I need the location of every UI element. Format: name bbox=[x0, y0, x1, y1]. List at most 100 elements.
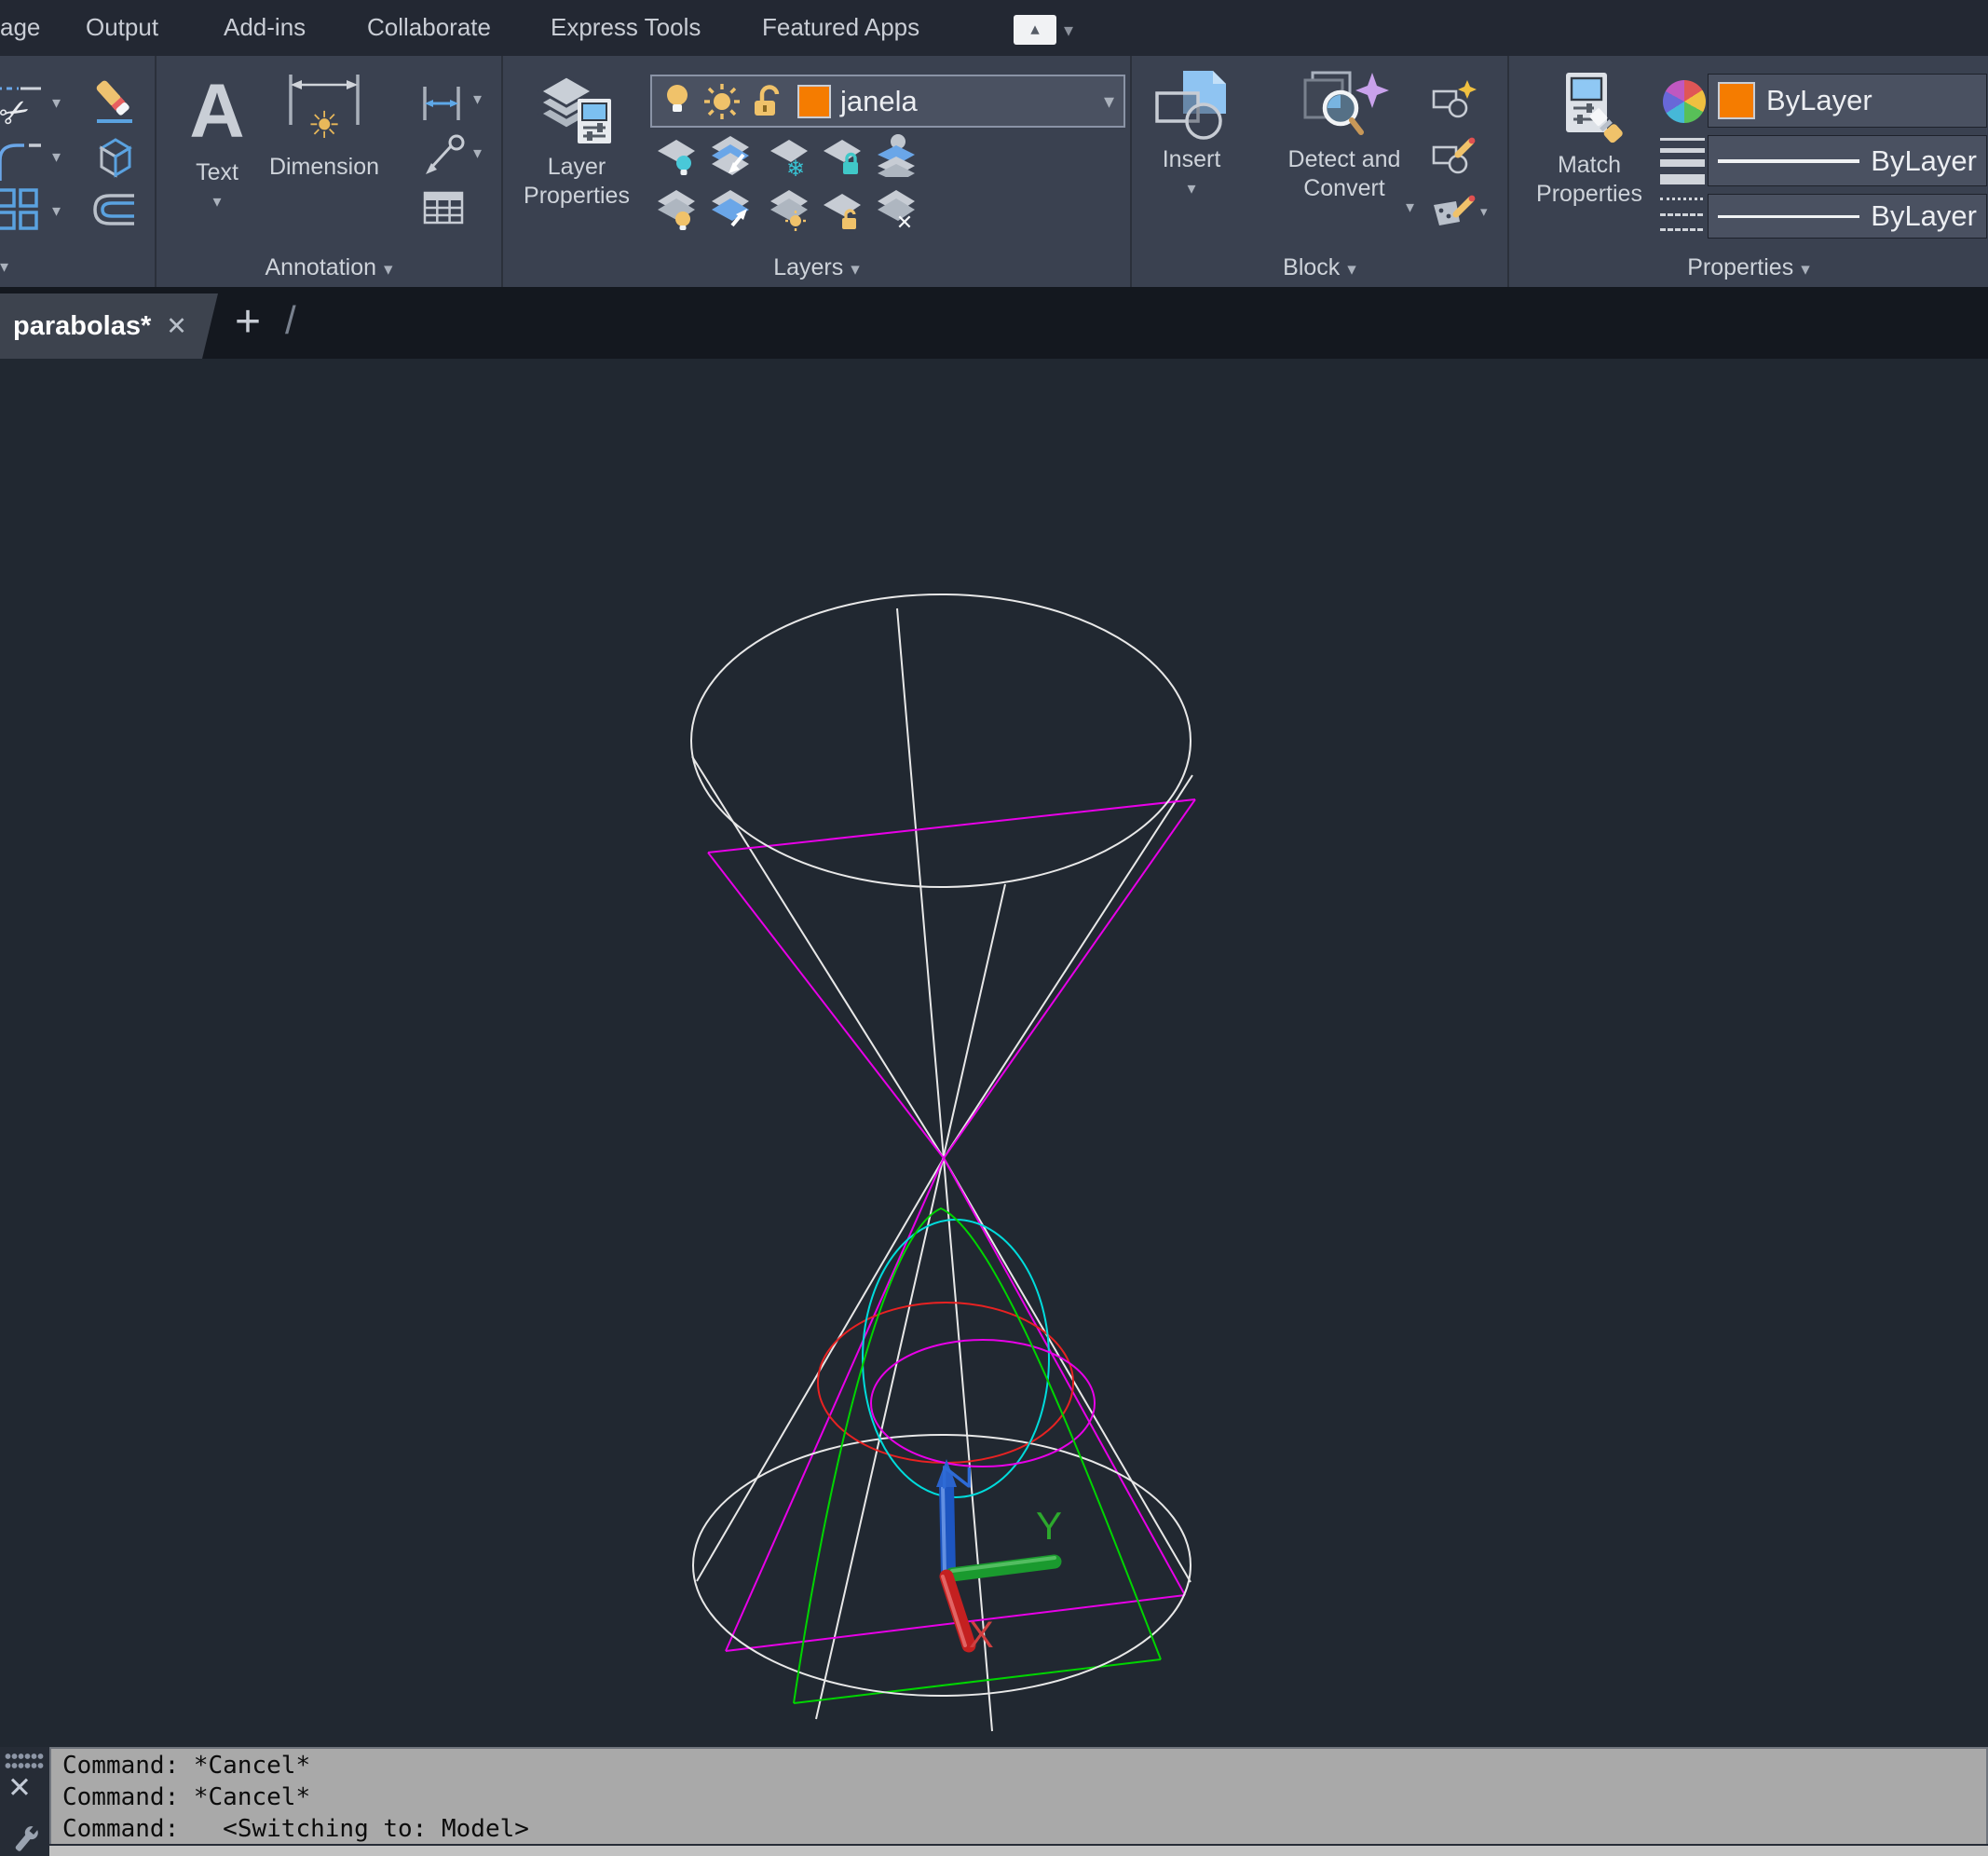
ucs-z-axis-highlight[interactable] bbox=[941, 1483, 946, 1576]
detect-convert-label: Detect and Convert bbox=[1287, 146, 1401, 201]
block-attr-dropdown-icon[interactable]: ▾ bbox=[1480, 203, 1488, 220]
layers-panel-label-text: Layers bbox=[773, 254, 844, 280]
file-tab-parabolas[interactable]: parabolas* ✕ bbox=[0, 293, 218, 359]
match-properties-button[interactable]: Match Properties bbox=[1530, 69, 1649, 209]
command-history[interactable]: Command: *Cancel* Command: *Cancel* Comm… bbox=[49, 1747, 1988, 1844]
top-cone-circle[interactable] bbox=[690, 594, 1191, 888]
magenta-top-right-edge[interactable] bbox=[943, 798, 1196, 1159]
magenta-section-ellipse[interactable] bbox=[870, 1339, 1096, 1467]
red-section-circle[interactable] bbox=[817, 1302, 1074, 1464]
command-input-line[interactable] bbox=[49, 1846, 1988, 1856]
dim-dropdown-icon[interactable]: ▾ bbox=[473, 89, 482, 109]
linetype-icon[interactable] bbox=[1660, 198, 1703, 231]
ribbon-tab-bar: age Output Add-ins Collaborate Express T… bbox=[0, 0, 1988, 56]
detect-convert-button[interactable]: Detect and Convert bbox=[1279, 67, 1409, 203]
ucs-x-label[interactable]: X bbox=[969, 1615, 994, 1656]
insert-button[interactable]: Insert ▾ bbox=[1145, 67, 1238, 203]
layer-off-icon[interactable] bbox=[654, 132, 699, 177]
explode-icon[interactable] bbox=[89, 132, 140, 183]
top-cone-left-edge[interactable] bbox=[691, 756, 945, 1159]
object-color-dropdown[interactable]: ByLayer bbox=[1708, 74, 1987, 128]
layer-thaw-sun-icon bbox=[704, 83, 740, 119]
color-wheel-icon[interactable] bbox=[1663, 80, 1706, 123]
block-panel-label[interactable]: Block ▾ bbox=[1132, 254, 1507, 281]
fillet-icon[interactable] bbox=[0, 134, 43, 183]
leader-dropdown-icon[interactable]: ▾ bbox=[473, 143, 482, 163]
linetype-value: ByLayer bbox=[1871, 199, 1977, 232]
magenta-top-chord[interactable] bbox=[707, 798, 1196, 853]
ucs-z-axis[interactable] bbox=[939, 1478, 956, 1582]
offset-icon[interactable] bbox=[89, 188, 138, 231]
dimension-button[interactable]: ☀ Dimension bbox=[266, 71, 382, 182]
layer-unlock-tool-icon[interactable] bbox=[820, 186, 865, 231]
trim-icon[interactable]: ✂ bbox=[0, 80, 43, 129]
ucs-y-label[interactable]: Y bbox=[1036, 1504, 1062, 1548]
table-icon[interactable] bbox=[422, 186, 465, 229]
model-canvas-svg[interactable]: Z Y X bbox=[0, 359, 1988, 1747]
top-cone-right-edge[interactable] bbox=[943, 774, 1193, 1159]
menu-tab-collaborate[interactable]: Collaborate bbox=[367, 13, 491, 42]
ucs-z-label[interactable]: Z bbox=[933, 1465, 979, 1490]
edit-block-icon[interactable] bbox=[1432, 136, 1477, 177]
annotation-panel-label[interactable]: Annotation ▾ bbox=[157, 254, 501, 281]
magenta-top-left-edge[interactable] bbox=[707, 852, 945, 1159]
command-settings-wrench-icon[interactable] bbox=[11, 1823, 41, 1855]
current-layer-name: janela bbox=[840, 84, 918, 117]
layer-thaw-icon[interactable] bbox=[767, 186, 811, 231]
leader-icon[interactable] bbox=[422, 134, 465, 177]
linetype-dropdown[interactable]: ByLayer bbox=[1708, 194, 1987, 239]
new-tab-button[interactable]: + bbox=[235, 296, 261, 348]
detect-dropdown-icon[interactable]: ▾ bbox=[1406, 198, 1414, 217]
text-button[interactable]: A Text ▾ bbox=[175, 65, 259, 216]
ribbon-collapse-menu-icon[interactable]: ▾ bbox=[1064, 19, 1073, 42]
command-window-grip[interactable] bbox=[5, 1752, 44, 1769]
layer-match-icon[interactable] bbox=[708, 186, 753, 231]
fillet-dropdown-icon[interactable]: ▾ bbox=[52, 147, 61, 167]
array-dropdown-icon[interactable]: ▾ bbox=[52, 201, 61, 221]
text-button-label: Text bbox=[196, 159, 238, 185]
dim-linear-icon[interactable] bbox=[420, 82, 463, 125]
insert-button-label: Insert bbox=[1162, 146, 1221, 172]
green-base-chord[interactable] bbox=[793, 1658, 1162, 1704]
block-attribute-icon[interactable] bbox=[1432, 192, 1477, 233]
cone-generator-2[interactable] bbox=[815, 883, 1006, 1720]
lineweight-icon[interactable] bbox=[1660, 138, 1705, 184]
layer-combo-dropdown-icon[interactable]: ▾ bbox=[1104, 89, 1114, 114]
layer-on-icon[interactable] bbox=[654, 186, 699, 231]
insert-dropdown-icon[interactable]: ▾ bbox=[1187, 174, 1195, 203]
command-window-close-icon[interactable]: ✕ bbox=[7, 1771, 32, 1805]
array-icon[interactable] bbox=[0, 186, 41, 233]
layer-isolate-icon[interactable] bbox=[874, 132, 919, 177]
command-line-2: Command: *Cancel* bbox=[62, 1783, 311, 1811]
layers-panel-expand-icon: ▾ bbox=[851, 260, 860, 280]
layer-properties-button[interactable]: Layer Properties bbox=[516, 71, 637, 211]
create-block-icon[interactable] bbox=[1432, 80, 1477, 121]
menu-tab-featured-apps[interactable]: Featured Apps bbox=[762, 13, 919, 42]
layer-make-current-icon[interactable] bbox=[708, 132, 753, 177]
block-panel-label-text: Block bbox=[1283, 254, 1341, 280]
ribbon-collapse-button[interactable]: ▴ bbox=[1014, 15, 1056, 45]
properties-panel-label[interactable]: Properties ▾ bbox=[1509, 254, 1988, 281]
model-space-canvas[interactable]: Z Y X bbox=[0, 359, 1988, 1747]
detect-convert-icon bbox=[1303, 71, 1389, 135]
layer-delete-icon[interactable]: ✕ bbox=[874, 186, 919, 231]
menu-tab-express-tools[interactable]: Express Tools bbox=[551, 13, 701, 42]
layer-freeze-icon[interactable]: ❄ bbox=[767, 132, 811, 177]
menu-tab-manage[interactable]: age bbox=[0, 13, 40, 42]
menu-tab-addins[interactable]: Add-ins bbox=[224, 13, 306, 42]
modify-panel-expand-icon[interactable]: ▾ bbox=[0, 257, 8, 277]
menu-tab-output[interactable]: Output bbox=[86, 13, 158, 42]
layer-lock-icon[interactable] bbox=[820, 132, 865, 177]
erase-icon[interactable] bbox=[89, 78, 138, 127]
properties-panel-expand-icon: ▾ bbox=[1801, 260, 1810, 280]
layers-panel-label[interactable]: Layers ▾ bbox=[503, 254, 1130, 281]
text-dropdown-icon[interactable]: ▾ bbox=[212, 187, 221, 216]
ucs-x-axis[interactable] bbox=[939, 1569, 976, 1653]
file-tab-close-icon[interactable]: ✕ bbox=[166, 312, 187, 341]
layer-select-combo[interactable]: janela ▾ bbox=[650, 75, 1125, 128]
properties-panel-label-text: Properties bbox=[1687, 254, 1794, 280]
trim-dropdown-icon[interactable]: ▾ bbox=[52, 93, 61, 113]
bottom-cone-right-edge[interactable] bbox=[943, 1157, 1191, 1583]
magenta-bottom-left-edge[interactable] bbox=[725, 1157, 945, 1652]
lineweight-dropdown[interactable]: ByLayer bbox=[1708, 135, 1987, 186]
